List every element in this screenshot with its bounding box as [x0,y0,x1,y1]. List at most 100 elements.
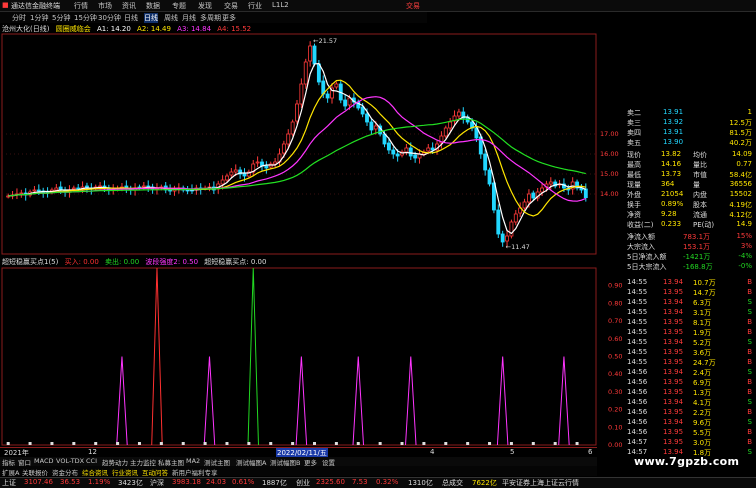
tab-fund-dist[interactable]: 资金分布 [52,467,78,477]
tab-macd[interactable]: MACD [34,457,53,465]
baseline-marker [28,442,32,445]
x-label: 4 [430,448,435,456]
quote-cell: 0.233 [661,220,682,228]
hs-value: 3983.18 [172,478,201,486]
baseline-marker [269,442,273,445]
quote-cell: 13.91 [663,128,684,136]
watermark: www.7gpzb.com [634,455,740,468]
cy-pct: 0.32% [376,478,399,486]
quote-cell: 14.9 [736,220,752,228]
quote-cell: 均价 [693,151,707,159]
wave-strength-spike [116,356,128,446]
ma-a3: A3: 14.84 [177,25,212,33]
quote-cell: 153.1万 [683,243,711,251]
tick-row: 14:56 13.95 1.3万 B [597,388,756,398]
candle-body [365,113,369,123]
quote-cell: 13.94 [663,278,684,286]
quote-cell: 6.9万 [693,379,712,387]
wave-strength-spike [352,356,365,446]
tab-news[interactable]: 综合资讯 [82,467,108,477]
tab-related[interactable]: 关联报价 [22,467,48,477]
quote-cell: 2.4万 [693,369,712,377]
quote-cell: 2.2万 [693,409,712,417]
quote-cell: 14:55 [627,338,648,346]
quote-cell: B [747,318,752,326]
quote-cell: 3% [740,242,752,250]
quote-cell: 现量 [627,181,641,189]
quote-cell: 13.94 [663,338,684,346]
quote-cell: 13.95 [663,428,684,436]
quote-cell: 4.19亿 [729,201,752,209]
quote-cell: 13.95 [663,438,684,446]
stock-title: 沧州大化(日线) [2,25,50,33]
candle-body [548,181,553,185]
ask-row: 卖三 13.92 12.5万 [597,118,756,128]
ma-a4: A4: 15.52 [217,25,252,33]
candle-body [500,233,505,243]
tab-industry-news[interactable]: 行业资讯 [112,467,138,477]
quote-cell: 13.90 [663,138,684,146]
wave-strength-spike [203,356,216,446]
candle-body [522,201,527,209]
indicator-name: 超短稳赢买点1(5) [2,258,59,266]
quote-cell: S [747,338,752,346]
tick-row: 14:55 13.95 1.9万 B [597,328,756,338]
quote-panel: 卖二 13.91 1 卖三 13.92 12.5万 卖四 13.91 81.5万 卖五 13.90 4… [597,108,756,468]
tab-welfare[interactable]: 新用户福利专享 [172,467,218,477]
candle-body [373,125,378,130]
sh-change: 36.53 [60,478,81,486]
candle-body [281,143,286,154]
indicator-wave: 波段强度2: 0.50 [145,258,199,266]
baseline-marker [137,442,141,445]
tab-cci[interactable]: CCI [86,457,97,465]
quote-cell: 卖五 [627,139,641,147]
indicator-frame [1,267,597,446]
ask-row: 卖四 13.91 81.5万 [597,128,756,138]
candle-body [312,45,317,65]
tab-ma2[interactable]: MA2 [186,457,200,465]
tick-row: 14:56 13.95 6.9万 B [597,378,756,388]
quote-cell: 最高 [627,161,641,169]
quote-cell: 净资 [627,211,641,219]
baseline-marker [291,442,295,445]
quote-cell: 0.77 [736,160,752,168]
baseline-marker [50,442,54,445]
quote-cell: 14:56 [627,418,648,426]
candle-body [308,45,313,62]
candle-body [513,213,518,223]
candle-body [264,165,269,169]
candle-body [290,121,295,135]
tab-qa[interactable]: 互动问答 [142,467,168,477]
quote-cell: 14:55 [627,318,648,326]
quote-cell: -168.8万 [683,263,713,271]
hs-change: 24.03 [206,478,227,486]
quote-cell: B [747,378,752,386]
quote-cell: S [747,398,752,406]
x-label: 5 [510,448,515,456]
candle-body [369,121,374,131]
stat-row: 最低 13.73 市值 58.4亿 [597,170,756,180]
tab-ext-a[interactable]: 扩展A [2,467,19,477]
main-chart-header: 沧州大化(日线) 圆圈威临会 A1: 14.20 A2: 14.49 A3: 1… [2,24,251,34]
indicator-sell: 卖出: 0.00 [105,258,140,266]
baseline-marker [531,442,535,445]
wave-strength-spike [405,356,417,446]
candle-body [229,171,234,176]
quote-cell: 3.6万 [693,349,712,357]
quote-cell: 14.7万 [693,289,716,297]
quote-cell: B [747,388,752,396]
quote-cell: 14:55 [627,328,648,336]
baseline-marker [400,442,404,445]
quote-cell: 4.12亿 [729,211,752,219]
quote-cell: 股本 [693,201,707,209]
candle-body [286,133,291,145]
baseline-marker [422,442,426,445]
candle-body [255,161,260,164]
candle-body [526,193,531,203]
indicator-buy: 买入: 0.00 [64,258,99,266]
sh-value: 3107.46 [24,478,53,486]
ask-row: 卖二 13.91 1 [597,108,756,118]
tab-vol[interactable]: VOL-TDX [56,457,84,465]
candle-body [71,187,76,190]
indicator-extra: 超短稳赢买点: 0.00 [204,258,267,266]
